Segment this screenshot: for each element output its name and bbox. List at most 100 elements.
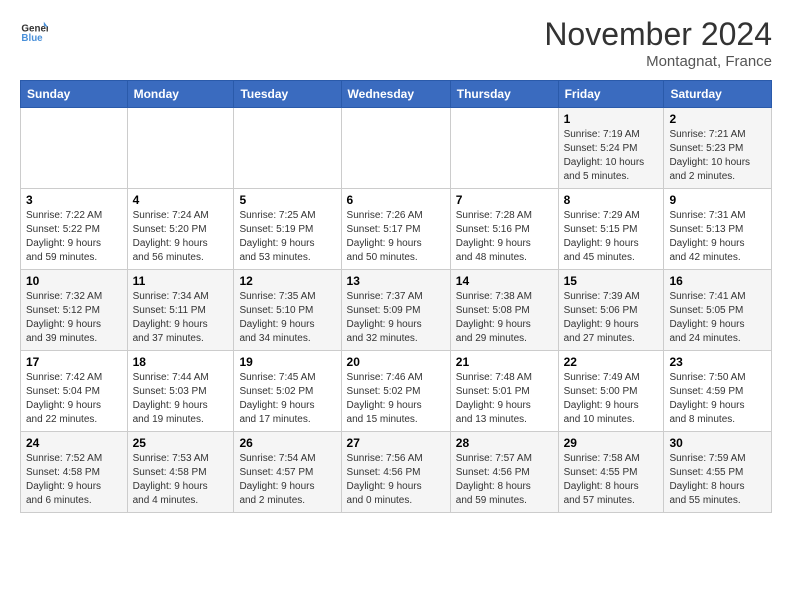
calendar-cell: 11 Sunrise: 7:34 AM Sunset: 5:11 PM Dayli… xyxy=(127,270,234,351)
day-info: Sunrise: 7:22 AM Sunset: 5:22 PM Dayligh… xyxy=(26,209,122,265)
day-info: Sunrise: 7:59 AM Sunset: 4:55 PM Dayligh… xyxy=(669,452,766,508)
weekday-header-row: SundayMondayTuesdayWednesdayThursdayFrid… xyxy=(21,81,772,108)
day-info: Sunrise: 7:39 AM Sunset: 5:06 PM Dayligh… xyxy=(564,290,659,346)
day-number: 8 xyxy=(564,193,659,207)
day-number: 9 xyxy=(669,193,766,207)
weekday-header-friday: Friday xyxy=(558,81,664,108)
day-info: Sunrise: 7:54 AM Sunset: 4:57 PM Dayligh… xyxy=(239,452,335,508)
day-info: Sunrise: 7:28 AM Sunset: 5:16 PM Dayligh… xyxy=(456,209,553,265)
week-row-4: 17Sunrise: 7:42 AM Sunset: 5:04 PM Dayli… xyxy=(21,351,772,432)
day-info: Sunrise: 7:24 AM Sunset: 5:20 PM Dayligh… xyxy=(133,209,229,265)
day-info: Sunrise: 7:48 AM Sunset: 5:01 PM Dayligh… xyxy=(456,371,553,427)
calendar-cell: 27 Sunrise: 7:56 AM Sunset: 4:56 PM Dayli… xyxy=(341,432,450,513)
weekday-header-tuesday: Tuesday xyxy=(234,81,341,108)
logo: General Blue xyxy=(20,16,48,44)
day-number: 6 xyxy=(347,193,445,207)
day-info: Sunrise: 7:42 AM Sunset: 5:04 PM Dayligh… xyxy=(26,371,122,427)
calendar-cell: 19 Sunrise: 7:45 AM Sunset: 5:02 PM Dayli… xyxy=(234,351,341,432)
title-area: November 2024 Montagnat, France xyxy=(544,16,772,70)
week-row-3: 10 Sunrise: 7:32 AM Sunset: 5:12 PM Dayli… xyxy=(21,270,772,351)
day-number: 24 xyxy=(26,436,122,450)
weekday-header-saturday: Saturday xyxy=(664,81,772,108)
day-info: Sunrise: 7:41 AM Sunset: 5:05 PM Dayligh… xyxy=(669,290,766,346)
day-info: Sunrise: 7:26 AM Sunset: 5:17 PM Dayligh… xyxy=(347,209,445,265)
calendar-cell: 21 Sunrise: 7:48 AM Sunset: 5:01 PM Dayli… xyxy=(450,351,558,432)
day-number: 27 xyxy=(347,436,445,450)
calendar-cell: 24 Sunrise: 7:52 AM Sunset: 4:58 PM Dayli… xyxy=(21,432,128,513)
day-info: Sunrise: 7:38 AM Sunset: 5:08 PM Dayligh… xyxy=(456,290,553,346)
calendar-cell: 5 Sunrise: 7:25 AM Sunset: 5:19 PM Daylig… xyxy=(234,189,341,270)
day-number: 4 xyxy=(133,193,229,207)
calendar-cell xyxy=(21,108,128,189)
calendar-cell: 17Sunrise: 7:42 AM Sunset: 5:04 PM Dayli… xyxy=(21,351,128,432)
day-info: Sunrise: 7:21 AM Sunset: 5:23 PM Dayligh… xyxy=(669,128,766,184)
header: General Blue November 2024 Montagnat, Fr… xyxy=(20,16,772,70)
calendar-cell: 20 Sunrise: 7:46 AM Sunset: 5:02 PM Dayli… xyxy=(341,351,450,432)
calendar-cell xyxy=(450,108,558,189)
calendar-cell: 14 Sunrise: 7:38 AM Sunset: 5:08 PM Dayli… xyxy=(450,270,558,351)
day-number: 14 xyxy=(456,274,553,288)
day-info: Sunrise: 7:57 AM Sunset: 4:56 PM Dayligh… xyxy=(456,452,553,508)
week-row-1: 1Sunrise: 7:19 AM Sunset: 5:24 PM Daylig… xyxy=(21,108,772,189)
day-info: Sunrise: 7:53 AM Sunset: 4:58 PM Dayligh… xyxy=(133,452,229,508)
day-number: 3 xyxy=(26,193,122,207)
day-info: Sunrise: 7:49 AM Sunset: 5:00 PM Dayligh… xyxy=(564,371,659,427)
day-number: 16 xyxy=(669,274,766,288)
calendar-cell: 8Sunrise: 7:29 AM Sunset: 5:15 PM Daylig… xyxy=(558,189,664,270)
calendar-cell xyxy=(341,108,450,189)
day-number: 30 xyxy=(669,436,766,450)
day-number: 18 xyxy=(133,355,229,369)
calendar-cell: 3 Sunrise: 7:22 AM Sunset: 5:22 PM Daylig… xyxy=(21,189,128,270)
day-info: Sunrise: 7:32 AM Sunset: 5:12 PM Dayligh… xyxy=(26,290,122,346)
weekday-header-sunday: Sunday xyxy=(21,81,128,108)
calendar-cell: 7 Sunrise: 7:28 AM Sunset: 5:16 PM Daylig… xyxy=(450,189,558,270)
day-info: Sunrise: 7:45 AM Sunset: 5:02 PM Dayligh… xyxy=(239,371,335,427)
day-number: 21 xyxy=(456,355,553,369)
calendar-cell: 2 Sunrise: 7:21 AM Sunset: 5:23 PM Daylig… xyxy=(664,108,772,189)
location-title: Montagnat, France xyxy=(544,53,772,70)
calendar-cell xyxy=(127,108,234,189)
day-number: 22 xyxy=(564,355,659,369)
calendar-cell: 22 Sunrise: 7:49 AM Sunset: 5:00 PM Dayli… xyxy=(558,351,664,432)
day-info: Sunrise: 7:58 AM Sunset: 4:55 PM Dayligh… xyxy=(564,452,659,508)
day-info: Sunrise: 7:56 AM Sunset: 4:56 PM Dayligh… xyxy=(347,452,445,508)
day-number: 12 xyxy=(239,274,335,288)
month-title: November 2024 xyxy=(544,16,772,53)
calendar-cell: 28Sunrise: 7:57 AM Sunset: 4:56 PM Dayli… xyxy=(450,432,558,513)
day-number: 11 xyxy=(133,274,229,288)
day-number: 15 xyxy=(564,274,659,288)
calendar-cell: 29 Sunrise: 7:58 AM Sunset: 4:55 PM Dayli… xyxy=(558,432,664,513)
day-number: 29 xyxy=(564,436,659,450)
day-number: 20 xyxy=(347,355,445,369)
calendar-cell: 10 Sunrise: 7:32 AM Sunset: 5:12 PM Dayli… xyxy=(21,270,128,351)
day-number: 2 xyxy=(669,112,766,126)
day-info: Sunrise: 7:46 AM Sunset: 5:02 PM Dayligh… xyxy=(347,371,445,427)
day-number: 19 xyxy=(239,355,335,369)
day-number: 26 xyxy=(239,436,335,450)
weekday-header-thursday: Thursday xyxy=(450,81,558,108)
calendar-cell: 23Sunrise: 7:50 AM Sunset: 4:59 PM Dayli… xyxy=(664,351,772,432)
day-number: 25 xyxy=(133,436,229,450)
day-info: Sunrise: 7:37 AM Sunset: 5:09 PM Dayligh… xyxy=(347,290,445,346)
day-info: Sunrise: 7:19 AM Sunset: 5:24 PM Dayligh… xyxy=(564,128,659,184)
calendar-cell: 25 Sunrise: 7:53 AM Sunset: 4:58 PM Dayli… xyxy=(127,432,234,513)
logo-icon: General Blue xyxy=(20,16,48,44)
calendar-cell: 18 Sunrise: 7:44 AM Sunset: 5:03 PM Dayli… xyxy=(127,351,234,432)
svg-text:Blue: Blue xyxy=(21,33,43,44)
calendar-cell: 6 Sunrise: 7:26 AM Sunset: 5:17 PM Daylig… xyxy=(341,189,450,270)
day-number: 5 xyxy=(239,193,335,207)
weekday-header-wednesday: Wednesday xyxy=(341,81,450,108)
day-number: 23 xyxy=(669,355,766,369)
calendar-cell xyxy=(234,108,341,189)
day-number: 7 xyxy=(456,193,553,207)
calendar-table: SundayMondayTuesdayWednesdayThursdayFrid… xyxy=(20,80,772,513)
day-info: Sunrise: 7:44 AM Sunset: 5:03 PM Dayligh… xyxy=(133,371,229,427)
weekday-header-monday: Monday xyxy=(127,81,234,108)
day-number: 13 xyxy=(347,274,445,288)
day-info: Sunrise: 7:52 AM Sunset: 4:58 PM Dayligh… xyxy=(26,452,122,508)
day-number: 10 xyxy=(26,274,122,288)
day-info: Sunrise: 7:25 AM Sunset: 5:19 PM Dayligh… xyxy=(239,209,335,265)
calendar-cell: 1Sunrise: 7:19 AM Sunset: 5:24 PM Daylig… xyxy=(558,108,664,189)
day-info: Sunrise: 7:34 AM Sunset: 5:11 PM Dayligh… xyxy=(133,290,229,346)
calendar-cell: 13 Sunrise: 7:37 AM Sunset: 5:09 PM Dayli… xyxy=(341,270,450,351)
